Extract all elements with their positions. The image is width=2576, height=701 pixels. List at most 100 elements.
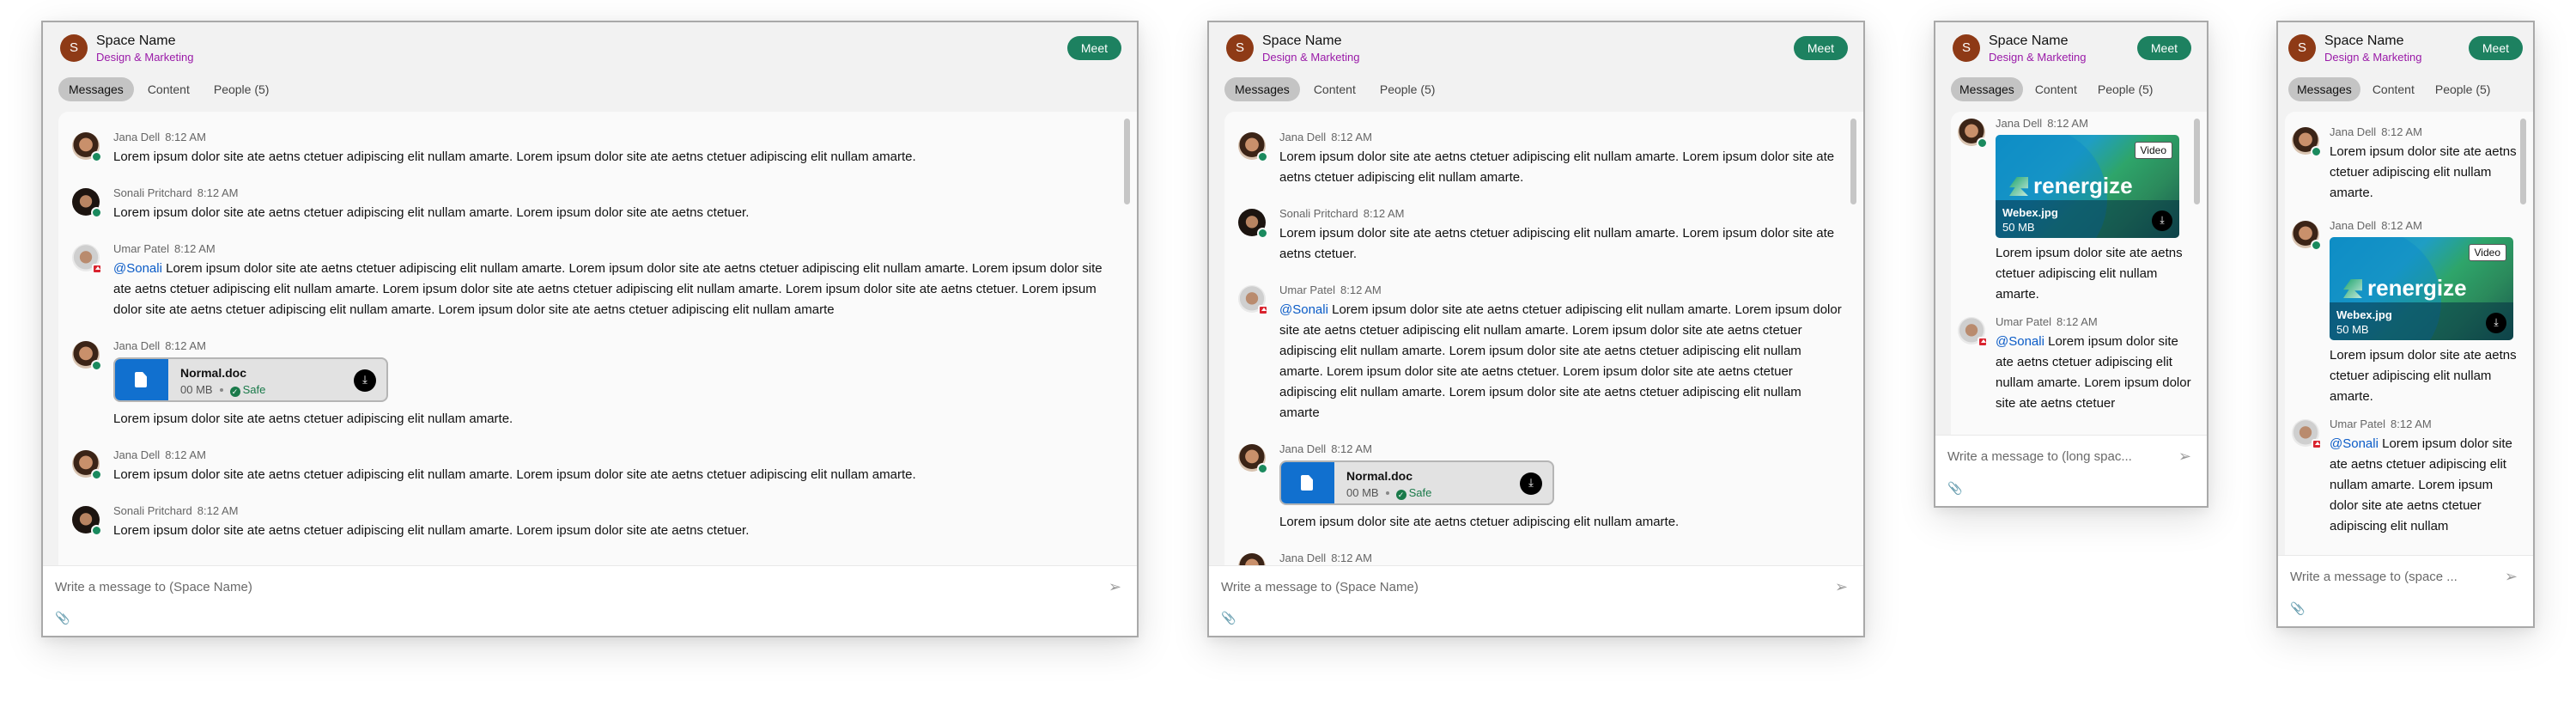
timestamp: 8:12 AM: [2391, 418, 2432, 430]
timestamp: 8:12 AM: [197, 186, 239, 199]
mention-link[interactable]: @Sonali: [1279, 302, 1328, 317]
message-composer[interactable]: Write a message to (Space Name) ➢ 📎: [43, 565, 1137, 636]
file-attachment[interactable]: Normal.doc 00 MB ✓ Safe ⤓: [1279, 460, 1554, 505]
avatar: [1238, 444, 1268, 474]
message-text: @Sonali Lorem ipsum dolor site ate aetns…: [1279, 300, 1843, 424]
mention-link[interactable]: @Sonali: [2330, 436, 2379, 451]
message-item: Jana Dell 8:12 AM Normal.doc 00 MB ✓ Safe ⤓…: [58, 339, 1137, 430]
tab-people[interactable]: People (5): [2089, 77, 2162, 101]
avatar: [72, 132, 102, 162]
message-input[interactable]: Write a message to (Space Name): [1221, 580, 1419, 594]
space-header: S Space Name Design & Marketing Meet Mes…: [2278, 22, 2533, 108]
space-title: Space Name: [2324, 34, 2404, 48]
media-name: Webex.jpg: [2336, 308, 2392, 321]
media-attachment[interactable]: Video renergize Webex.jpg 50 MB ⤓: [2330, 237, 2513, 340]
attach-icon[interactable]: 📎: [1221, 611, 1236, 625]
tab-content[interactable]: Content: [137, 77, 200, 101]
space-panel-wide: S Space Name Design & Marketing Meet Mes…: [41, 21, 1139, 637]
send-icon[interactable]: ➢: [1835, 578, 1848, 596]
tab-messages[interactable]: Messages: [1224, 77, 1300, 101]
message-text: Lorem ipsum dolor site ate aetns ctetuer…: [1279, 149, 1835, 185]
file-name: Normal.doc: [180, 366, 247, 380]
sender-name: Umar Patel: [1996, 315, 2052, 328]
message-text: Lorem ipsum dolor site ate aetns ctetuer…: [113, 205, 750, 220]
timestamp: 8:12 AM: [165, 448, 206, 461]
attach-icon[interactable]: 📎: [1947, 481, 1962, 496]
space-header: S Space Name Design & Marketing Meet Mes…: [1209, 22, 1863, 108]
tab-content[interactable]: Content: [1303, 77, 1366, 101]
download-icon[interactable]: ⤓: [1520, 472, 1542, 495]
mention-link[interactable]: @Sonali: [113, 261, 162, 276]
space-subtitle: Design & Marketing: [1262, 51, 1360, 64]
tab-bar: Messages Content People (5): [1224, 77, 1445, 101]
presence-active-icon: [2311, 146, 2322, 157]
attach-icon[interactable]: 📎: [55, 611, 70, 625]
meet-button[interactable]: Meet: [1066, 36, 1121, 60]
message-body: Lorem ipsum dolor site ate aetns ctetuer…: [1279, 302, 1842, 420]
tab-bar: Messages Content People (5): [58, 77, 279, 101]
message-item: Jana Dell 8:12 AM Lorem ipsum dolor site …: [2285, 125, 2533, 204]
message-item: Jana Dell 8:12 AM Lorem ipsum dolor site …: [58, 448, 1137, 485]
space-subtitle: Design & Marketing: [2324, 51, 2422, 64]
meet-button[interactable]: Meet: [2468, 36, 2523, 60]
check-circle-icon: ✓: [1395, 490, 1406, 500]
tab-people[interactable]: People (5): [2427, 77, 2500, 101]
avatar: [2292, 221, 2322, 251]
message-item: Sonali Pritchard 8:12 AM Lorem ipsum dolo…: [1224, 207, 1863, 265]
document-icon: [115, 359, 168, 400]
meet-button[interactable]: Meet: [1793, 36, 1848, 60]
send-icon[interactable]: ➢: [2178, 448, 2191, 466]
avatar: [72, 188, 102, 218]
meet-button[interactable]: Meet: [2136, 36, 2191, 60]
sender-name: Jana Dell: [1279, 552, 1327, 564]
presence-active-icon: [91, 525, 102, 536]
mention-link[interactable]: @Sonali: [1996, 334, 2044, 349]
message-text: Lorem ipsum dolor site ate aetns ctetuer…: [1996, 246, 2183, 302]
send-icon[interactable]: ➢: [1109, 578, 1121, 596]
media-attachment[interactable]: Video renergize Webex.jpg 50 MB ⤓: [1996, 135, 2179, 238]
timestamp: 8:12 AM: [1331, 552, 1372, 564]
document-icon: [1281, 462, 1334, 503]
tab-people[interactable]: People (5): [204, 77, 280, 101]
media-size: 50 MB: [2336, 323, 2369, 336]
timestamp: 8:12 AM: [174, 242, 216, 255]
download-icon[interactable]: ⤓: [2152, 210, 2172, 231]
avatar: [1958, 317, 1988, 347]
message-input[interactable]: Write a message to (long spac...: [1947, 449, 2132, 464]
file-attachment[interactable]: Normal.doc 00 MB ✓ Safe ⤓: [113, 357, 388, 402]
message-item: Jana Dell 8:12 AM Lorem ipsum dolor site …: [1224, 131, 1863, 188]
attach-icon[interactable]: 📎: [2290, 601, 2305, 616]
video-tag: Video: [2468, 244, 2506, 261]
sender-name: Jana Dell: [1996, 117, 2043, 130]
tab-content[interactable]: Content: [2026, 77, 2086, 101]
message-composer[interactable]: Write a message to (space ... ➢ 📎: [2278, 555, 2533, 626]
message-composer[interactable]: Write a message to (long spac... ➢ 📎: [1935, 435, 2207, 506]
tab-content[interactable]: Content: [2364, 77, 2423, 101]
safe-status: Safe: [242, 383, 266, 396]
tab-people[interactable]: People (5): [1370, 77, 1446, 101]
message-body: Lorem ipsum dolor site ate aetns ctetuer…: [113, 261, 1103, 317]
tab-messages[interactable]: Messages: [1951, 77, 2023, 101]
download-icon[interactable]: ⤓: [354, 369, 376, 392]
message-item: Umar Patel 8:12 AM @Sonali Lorem ipsum do…: [1951, 315, 2207, 414]
message-input[interactable]: Write a message to (space ...: [2290, 570, 2458, 584]
sender-name: Jana Dell: [113, 448, 161, 461]
presence-active-icon: [91, 360, 102, 371]
space-header: S Space Name Design & Marketing Meet Mes…: [1935, 22, 2207, 108]
presence-active-icon: [1977, 137, 1988, 149]
message-input[interactable]: Write a message to (Space Name): [55, 580, 252, 594]
message-composer[interactable]: Write a message to (Space Name) ➢ 📎: [1209, 565, 1863, 636]
tab-messages[interactable]: Messages: [2288, 77, 2360, 101]
send-icon[interactable]: ➢: [2505, 568, 2518, 586]
avatar: [1958, 119, 1988, 149]
space-panel-medium: S Space Name Design & Marketing Meet Mes…: [1207, 21, 1865, 637]
timestamp: 8:12 AM: [1331, 442, 1372, 455]
avatar: [72, 341, 102, 371]
download-icon[interactable]: ⤓: [2486, 313, 2506, 333]
timestamp: 8:12 AM: [2057, 315, 2098, 328]
message-text: @Sonali Lorem ipsum dolor site ate aetns…: [113, 259, 1116, 320]
message-list: Jana Dell 8:12 AM Lorem ipsum dolor site …: [1224, 112, 1863, 569]
timestamp: 8:12 AM: [165, 131, 206, 143]
tab-messages[interactable]: Messages: [58, 77, 134, 101]
avatar: [1238, 209, 1268, 239]
